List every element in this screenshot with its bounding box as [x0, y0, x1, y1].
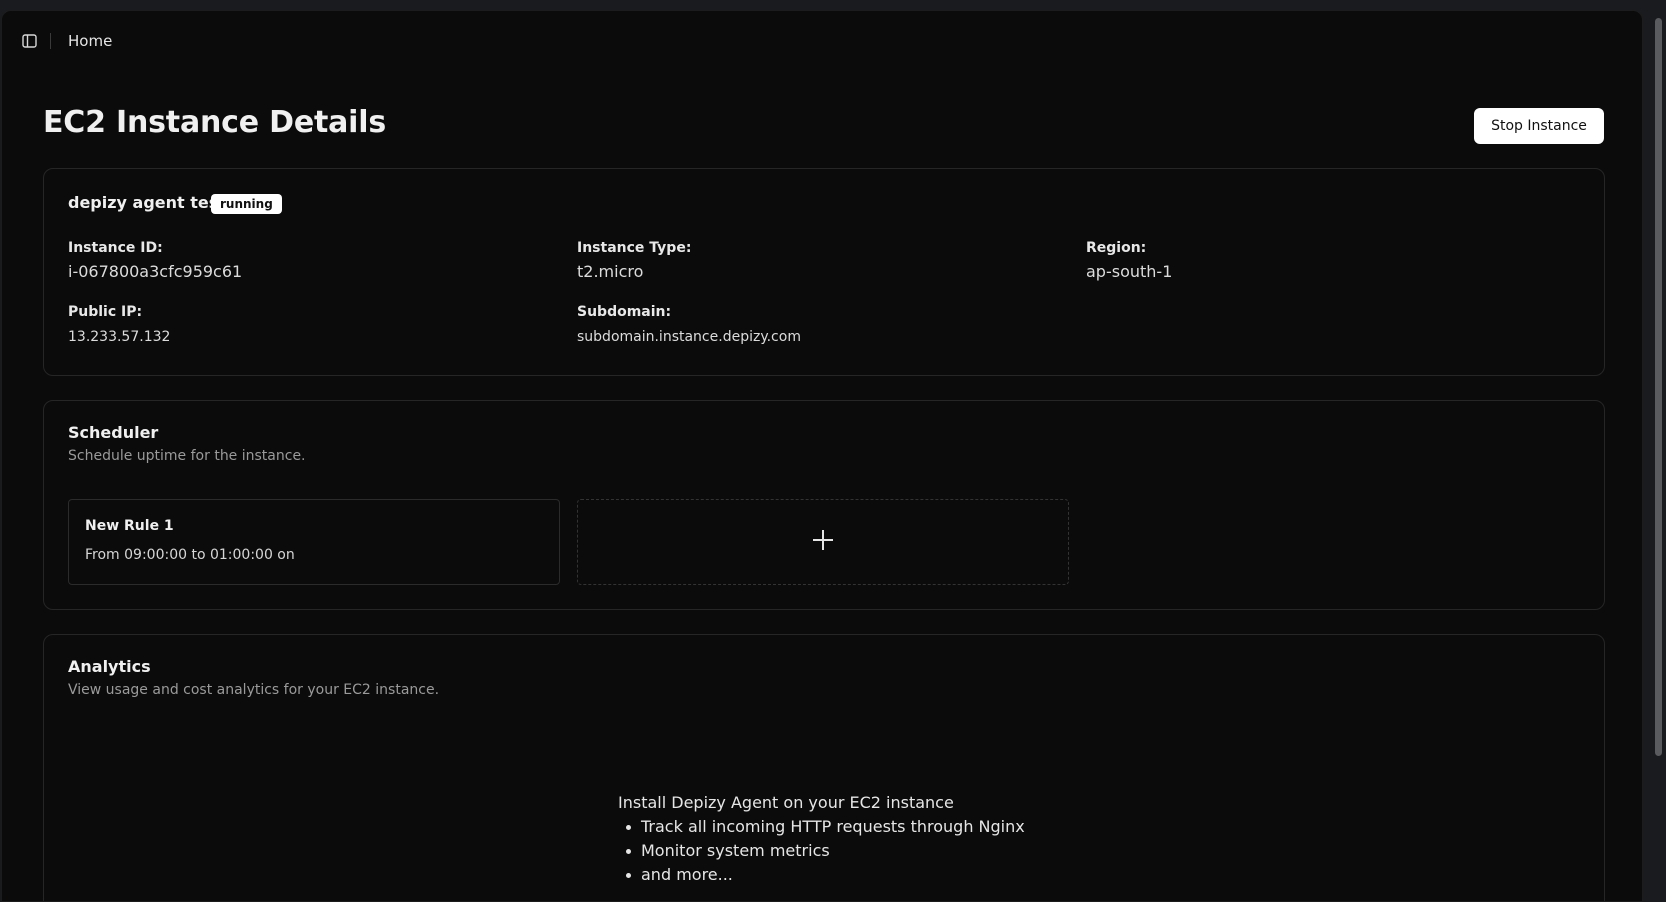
subdomain-label: Subdomain:	[577, 304, 672, 320]
promo-heading: Install Depizy Agent on your EC2 instanc…	[618, 793, 954, 812]
rule-description: From 09:00:00 to 01:00:00 on	[85, 547, 295, 563]
scheduler-title: Scheduler	[68, 423, 159, 442]
schedule-rule-card[interactable]: New Rule 1 From 09:00:00 to 01:00:00 on	[68, 499, 560, 585]
promo-item: Monitor system metrics	[618, 839, 1098, 863]
promo-item: Track all incoming HTTP requests through…	[618, 815, 1098, 839]
top-bar: Home	[2, 29, 1642, 53]
instance-name: depizy agent test	[68, 193, 226, 212]
status-badge: running	[211, 194, 282, 214]
analytics-card: Analytics View usage and cost analytics …	[43, 634, 1605, 901]
sidebar-toggle-icon[interactable]	[21, 29, 37, 53]
public-ip-value: 13.233.57.132	[68, 329, 171, 345]
main-window: Home EC2 Instance Details Stop Instance …	[1, 10, 1643, 902]
promo-item: and more...	[618, 863, 1098, 887]
add-rule-button[interactable]	[577, 499, 1069, 585]
instance-type-label: Instance Type:	[577, 240, 692, 256]
instance-type-value: t2.micro	[577, 262, 644, 281]
scrollbar-thumb[interactable]	[1655, 18, 1662, 756]
public-ip-label: Public IP:	[68, 304, 143, 320]
agent-promo: Install Depizy Agent on your EC2 instanc…	[618, 791, 1098, 887]
instance-id-value: i-067800a3cfc959c61	[68, 262, 243, 281]
topbar-divider	[50, 33, 51, 49]
region-label: Region:	[1086, 240, 1147, 256]
analytics-subtitle: View usage and cost analytics for your E…	[68, 682, 440, 698]
instance-id-label: Instance ID:	[68, 240, 163, 256]
analytics-title: Analytics	[68, 657, 151, 676]
subdomain-value: subdomain.instance.depizy.com	[577, 329, 801, 345]
plus-icon	[811, 528, 835, 556]
rule-title: New Rule 1	[85, 518, 174, 534]
stop-instance-button[interactable]: Stop Instance	[1474, 108, 1604, 144]
scheduler-subtitle: Schedule uptime for the instance.	[68, 448, 306, 464]
breadcrumb-home[interactable]: Home	[68, 32, 112, 50]
scheduler-card: Scheduler Schedule uptime for the instan…	[43, 400, 1605, 610]
promo-list: Track all incoming HTTP requests through…	[618, 815, 1098, 887]
instance-details-card: depizy agent test running Instance ID: i…	[43, 168, 1605, 376]
page-title: EC2 Instance Details	[43, 105, 386, 140]
region-value: ap-south-1	[1086, 262, 1173, 281]
